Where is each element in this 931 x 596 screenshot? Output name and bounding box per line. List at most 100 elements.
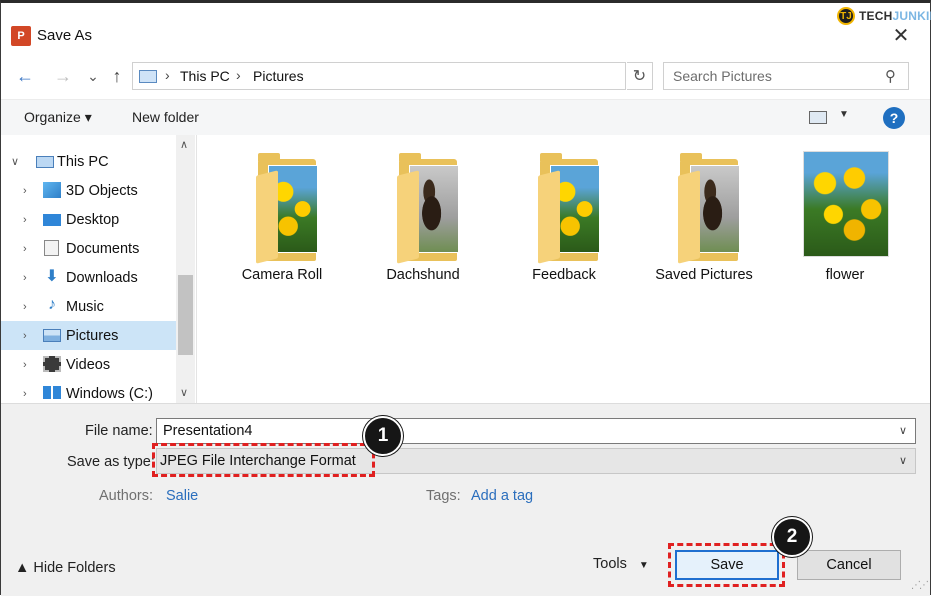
- back-button[interactable]: ←: [13, 64, 37, 88]
- chevron-down-icon[interactable]: ∨: [899, 424, 907, 437]
- tree-item-label: Videos: [66, 356, 111, 373]
- organize-button[interactable]: Organize ▾: [24, 109, 92, 126]
- breadcrumb-this-pc[interactable]: This PC: [180, 68, 230, 84]
- image-file-flower[interactable]: flower: [775, 149, 915, 289]
- scroll-up-icon[interactable]: ∧: [180, 138, 188, 151]
- chevron-right-icon[interactable]: ›: [23, 330, 27, 342]
- video-icon: [43, 356, 61, 372]
- chevron-right-icon[interactable]: ›: [23, 272, 27, 284]
- tree-item-videos[interactable]: › Videos: [1, 350, 176, 379]
- tags-label: Tags:: [426, 488, 461, 504]
- folder-camera-roll[interactable]: Camera Roll: [212, 149, 352, 289]
- tree-item-music[interactable]: › ♪ Music: [1, 292, 176, 321]
- computer-icon: [36, 156, 54, 168]
- tree-item-this-pc[interactable]: ∨ This PC: [1, 147, 176, 176]
- file-label: flower: [825, 267, 865, 283]
- tree-item-documents[interactable]: › Documents: [1, 234, 176, 263]
- address-bar[interactable]: › This PC › Pictures ⌵: [132, 62, 748, 90]
- tags-value[interactable]: Add a tag: [471, 488, 533, 504]
- up-button[interactable]: ↑: [105, 64, 129, 88]
- resize-grip-icon[interactable]: ⋰⋰: [911, 580, 929, 591]
- annotation-highlight-save-type: [152, 443, 375, 477]
- chevron-down-icon[interactable]: ∨: [899, 454, 907, 467]
- computer-icon: [139, 70, 157, 83]
- tree-item-pictures[interactable]: › Pictures: [1, 321, 176, 350]
- pictures-icon: [43, 329, 61, 342]
- chevron-right-icon[interactable]: ›: [23, 388, 27, 400]
- folder-front: [397, 170, 419, 264]
- file-label: Feedback: [532, 267, 596, 283]
- new-folder-button[interactable]: New folder: [132, 109, 199, 125]
- file-label: Camera Roll: [241, 267, 323, 283]
- tree-item-label: Downloads: [66, 269, 138, 286]
- tree-item-downloads[interactable]: › ⬇ Downloads: [1, 263, 176, 292]
- close-button[interactable]: ✕: [889, 23, 913, 47]
- authors-label: Authors:: [99, 488, 153, 504]
- file-list-scrollbar[interactable]: [921, 135, 930, 403]
- chevron-right-icon[interactable]: ›: [23, 243, 27, 255]
- hide-folders-button[interactable]: ▲ Hide Folders: [15, 560, 116, 576]
- desktop-icon: [43, 214, 61, 226]
- search-box[interactable]: ⚲: [663, 62, 909, 90]
- forward-button[interactable]: →: [51, 64, 75, 88]
- cancel-button[interactable]: Cancel: [797, 550, 901, 580]
- chevron-right-icon[interactable]: ›: [23, 359, 27, 371]
- navigation-pane-scrollbar[interactable]: ∧ ∨: [176, 135, 195, 403]
- chevron-down-icon[interactable]: ∨: [11, 155, 19, 168]
- tree-item-label: Pictures: [66, 327, 119, 344]
- techjunkie-watermark: TJ TECHJUNKIE: [837, 6, 931, 26]
- save-as-dialog: TJ TECHJUNKIE P Save As ✕ ← → ⌄ ↑ › This…: [0, 0, 931, 596]
- chevron-right-icon[interactable]: ›: [23, 185, 27, 197]
- file-list: Camera Roll Dachshund Feedback Saved Pic…: [197, 135, 921, 403]
- help-icon[interactable]: ?: [883, 107, 905, 129]
- music-icon: ♪: [48, 296, 56, 313]
- file-label: Dachshund: [386, 267, 460, 283]
- view-options-icon[interactable]: [809, 111, 827, 124]
- scroll-down-icon[interactable]: ∨: [180, 386, 188, 399]
- folder-saved-pictures[interactable]: Saved Pictures: [634, 149, 774, 289]
- tools-menu-button[interactable]: Tools ▼: [593, 556, 649, 572]
- annotation-badge-2: 2: [772, 517, 812, 557]
- cube-icon: [43, 182, 61, 198]
- view-dropdown-icon[interactable]: ▼: [839, 109, 849, 120]
- techjunkie-logo-icon: TJ: [837, 7, 855, 25]
- breadcrumb-separator-icon: ›: [236, 67, 241, 83]
- download-icon: ⬇: [45, 268, 59, 285]
- navigation-bar: ← → ⌄ ↑ › This PC › Pictures ⌵ ↻ ⚲: [1, 58, 930, 94]
- tree-item-label: Music: [66, 298, 104, 315]
- folder-icon: [674, 153, 740, 264]
- watermark-text-prefix: TECH: [859, 9, 893, 23]
- window-title: Save As: [37, 27, 93, 44]
- recent-locations-button[interactable]: ⌄: [81, 64, 105, 88]
- authors-value[interactable]: Salie: [166, 488, 198, 504]
- folder-feedback[interactable]: Feedback: [494, 149, 634, 289]
- tree-item-desktop[interactable]: › Desktop: [1, 205, 176, 234]
- refresh-button[interactable]: ↻: [627, 62, 653, 90]
- chevron-right-icon[interactable]: ›: [23, 214, 27, 226]
- chevron-right-icon[interactable]: ›: [23, 301, 27, 313]
- folder-icon: [252, 153, 318, 264]
- watermark-text-suffix: JUNKIE: [892, 9, 931, 23]
- watermark-text: TECHJUNKIE: [859, 9, 931, 23]
- save-as-type-label: Save as type:: [67, 454, 155, 470]
- folder-dachshund[interactable]: Dachshund: [353, 149, 493, 289]
- tree-item-label: Windows (C:): [66, 385, 154, 402]
- breadcrumb-pictures[interactable]: Pictures: [253, 68, 304, 84]
- tree-item-label: This PC: [57, 153, 109, 170]
- file-name-combobox[interactable]: ∨: [156, 418, 916, 444]
- search-input[interactable]: [664, 63, 874, 89]
- annotation-badge-1: 1: [363, 416, 403, 456]
- folder-icon: [393, 153, 459, 264]
- file-name-label: File name:: [85, 423, 153, 439]
- annotation-highlight-save-button: [668, 543, 785, 587]
- save-options-panel: File name: ∨ Save as type: JPEG File Int…: [1, 403, 930, 596]
- folder-icon: [534, 153, 600, 264]
- documents-icon: [44, 240, 59, 256]
- file-name-input[interactable]: [157, 419, 887, 443]
- tree-item-3d-objects[interactable]: › 3D Objects: [1, 176, 176, 205]
- search-icon[interactable]: ⚲: [885, 67, 896, 85]
- folder-front: [678, 170, 700, 264]
- scrollbar-thumb[interactable]: [178, 275, 193, 355]
- command-toolbar: Organize ▾ New folder ▼ ?: [1, 99, 930, 135]
- file-label: Saved Pictures: [655, 267, 753, 283]
